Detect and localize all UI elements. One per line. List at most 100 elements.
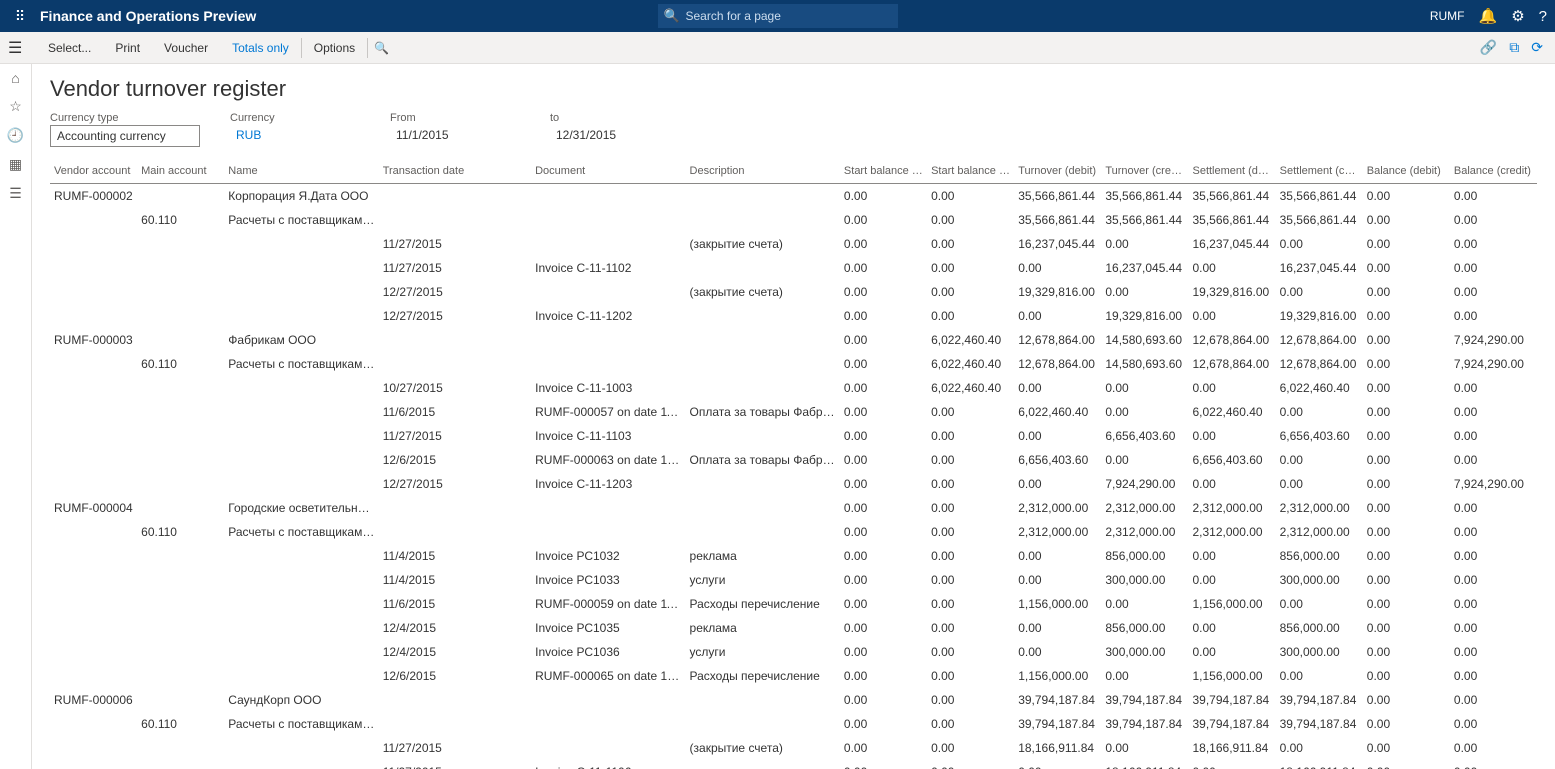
gear-icon[interactable]: ⚙	[1511, 7, 1524, 25]
cell-transaction-date: 12/27/2015	[379, 475, 531, 493]
cell-transaction-date	[379, 523, 531, 541]
cell-bd: 0.00	[1363, 523, 1450, 541]
ribbon-options[interactable]: Options	[302, 41, 367, 55]
cell-bd: 0.00	[1363, 763, 1450, 769]
col-settlement-debit[interactable]: Settlement (debit)	[1188, 163, 1275, 179]
col-description[interactable]: Description	[686, 163, 840, 179]
cell-name	[224, 619, 378, 637]
table-row[interactable]: 11/6/2015RUMF-000057 on date 11/6/2015Оп…	[50, 400, 1537, 424]
cell-vendor-account	[50, 523, 137, 541]
cell-transaction-date: 12/27/2015	[379, 307, 531, 325]
to-value[interactable]: 12/31/2015	[550, 125, 680, 146]
cell-transaction-date: 11/6/2015	[379, 595, 531, 613]
ribbon-select[interactable]: Select...	[36, 41, 103, 55]
cell-main-account: 60.110	[137, 715, 224, 733]
table-row[interactable]: 11/27/2015Invoice С-11-11030.000.000.006…	[50, 424, 1537, 448]
cell-std: 35,566,861.44	[1188, 211, 1275, 229]
col-transaction-date[interactable]: Transaction date	[379, 163, 531, 179]
cell-transaction-date: 11/27/2015	[379, 763, 531, 769]
table-row[interactable]: 11/27/2015Invoice С-11-11020.000.000.001…	[50, 256, 1537, 280]
workspace-icon[interactable]: ▦	[9, 156, 22, 173]
table-row[interactable]: 12/27/2015(закрытие счета)0.000.0019,329…	[50, 280, 1537, 304]
ribbon-totals-only[interactable]: Totals only	[220, 41, 301, 55]
table-row[interactable]: RUMF-000006СаундКорп ООО0.000.0039,794,1…	[50, 688, 1537, 712]
global-search-input[interactable]	[658, 4, 898, 28]
hamburger-icon[interactable]: ☰	[8, 38, 22, 58]
currency-type-value[interactable]: Accounting currency	[50, 125, 200, 147]
modules-icon[interactable]: ☰	[9, 185, 22, 202]
cell-main-account	[137, 547, 224, 565]
table-row[interactable]: 11/27/2015(закрытие счета)0.000.0016,237…	[50, 232, 1537, 256]
cell-bc: 0.00	[1450, 571, 1537, 589]
cell-std: 0.00	[1188, 427, 1275, 445]
col-main-account[interactable]: Main account	[137, 163, 224, 179]
cell-bd: 0.00	[1363, 427, 1450, 445]
table-row[interactable]: RUMF-000003Фабрикам ООО0.006,022,460.401…	[50, 328, 1537, 352]
star-icon[interactable]: ☆	[9, 98, 22, 115]
cell-tod: 0.00	[1014, 379, 1101, 397]
cell-vendor-account	[50, 451, 137, 469]
table-row[interactable]: RUMF-000002Корпорация Я.Дата ООО0.000.00…	[50, 184, 1537, 208]
table-row[interactable]: 10/27/2015Invoice С-11-10030.006,022,460…	[50, 376, 1537, 400]
clock-icon[interactable]: 🕘	[7, 127, 24, 144]
cell-tod: 2,312,000.00	[1014, 523, 1101, 541]
cell-tod: 0.00	[1014, 475, 1101, 493]
col-name[interactable]: Name	[224, 163, 378, 179]
cell-transaction-date: 12/6/2015	[379, 667, 531, 685]
cell-name	[224, 307, 378, 325]
table-row[interactable]: 11/6/2015RUMF-000059 on date 11/6/2015Ра…	[50, 592, 1537, 616]
user-label[interactable]: RUMF	[1430, 9, 1465, 23]
cell-std: 12,678,864.00	[1188, 331, 1275, 349]
table-row[interactable]: 12/4/2015Invoice РС1036услуги0.000.000.0…	[50, 640, 1537, 664]
home-icon[interactable]: ⌂	[11, 70, 19, 86]
app-launcher-icon[interactable]: ⠿	[8, 8, 32, 25]
col-balance-credit[interactable]: Balance (credit)	[1450, 163, 1537, 179]
ribbon-voucher[interactable]: Voucher	[152, 41, 220, 55]
link-icon[interactable]: 🔗	[1480, 39, 1497, 56]
col-start-balance-debit[interactable]: Start balance (debit)	[840, 163, 927, 179]
cell-stc: 0.00	[1276, 235, 1363, 253]
cell-std: 0.00	[1188, 547, 1275, 565]
col-turnover-credit[interactable]: Turnover (credit)	[1101, 163, 1188, 179]
table-row[interactable]: 60.110Расчеты с поставщиками и подр...0.…	[50, 208, 1537, 232]
col-settlement-credit[interactable]: Settlement (credit)	[1276, 163, 1363, 179]
header-right: RUMF 🔔 ⚙ ?	[1430, 7, 1547, 25]
table-row[interactable]: 11/27/2015Invoice С-11-11060.000.000.001…	[50, 760, 1537, 769]
cell-tod: 18,166,911.84	[1014, 739, 1101, 757]
table-row[interactable]: 60.110Расчеты с поставщиками и подр...0.…	[50, 352, 1537, 376]
popout-icon[interactable]: ⧉	[1509, 39, 1519, 56]
col-balance-debit[interactable]: Balance (debit)	[1363, 163, 1450, 179]
cell-toc: 0.00	[1101, 379, 1188, 397]
table-row[interactable]: 11/4/2015Invoice РС1032реклама0.000.000.…	[50, 544, 1537, 568]
cell-name: Расчеты с поставщиками и подр...	[224, 715, 378, 733]
table-row[interactable]: 60.110Расчеты с поставщиками и подр...0.…	[50, 520, 1537, 544]
bell-icon[interactable]: 🔔	[1479, 7, 1498, 25]
cell-std: 0.00	[1188, 571, 1275, 589]
cell-stc: 0.00	[1276, 475, 1363, 493]
from-value[interactable]: 11/1/2015	[390, 125, 520, 146]
cell-name: Фабрикам ООО	[224, 331, 378, 349]
refresh-icon[interactable]: ⟳	[1531, 39, 1543, 56]
cell-main-account	[137, 307, 224, 325]
col-vendor-account[interactable]: Vendor account	[50, 163, 137, 179]
help-icon[interactable]: ?	[1539, 8, 1547, 25]
ribbon-search-icon[interactable]: 🔍	[374, 41, 389, 55]
table-row[interactable]: 11/4/2015Invoice РС1033услуги0.000.000.0…	[50, 568, 1537, 592]
table-row[interactable]: 12/6/2015RUMF-000063 on date 12/6/2015Оп…	[50, 448, 1537, 472]
currency-value[interactable]: RUB	[230, 125, 360, 146]
cell-description: реклама	[686, 547, 840, 565]
col-turnover-debit[interactable]: Turnover (debit)	[1014, 163, 1101, 179]
table-row[interactable]: 12/6/2015RUMF-000065 on date 12/6/2015Ра…	[50, 664, 1537, 688]
cell-main-account	[137, 595, 224, 613]
ribbon-print[interactable]: Print	[103, 41, 152, 55]
col-start-balance-credit[interactable]: Start balance (credit)	[927, 163, 1014, 179]
cell-bc: 0.00	[1450, 715, 1537, 733]
col-document[interactable]: Document	[531, 163, 685, 179]
table-row[interactable]: 12/27/2015Invoice С-11-12030.000.000.007…	[50, 472, 1537, 496]
cell-name: Городские осветительные систе...	[224, 499, 378, 517]
table-row[interactable]: RUMF-000004Городские осветительные систе…	[50, 496, 1537, 520]
table-row[interactable]: 12/4/2015Invoice РС1035реклама0.000.000.…	[50, 616, 1537, 640]
table-row[interactable]: 60.110Расчеты с поставщиками и подр... 0.…	[50, 712, 1537, 736]
table-row[interactable]: 12/27/2015Invoice С-11-12020.000.000.001…	[50, 304, 1537, 328]
table-row[interactable]: 11/27/2015(закрытие счета)0.000.0018,166…	[50, 736, 1537, 760]
